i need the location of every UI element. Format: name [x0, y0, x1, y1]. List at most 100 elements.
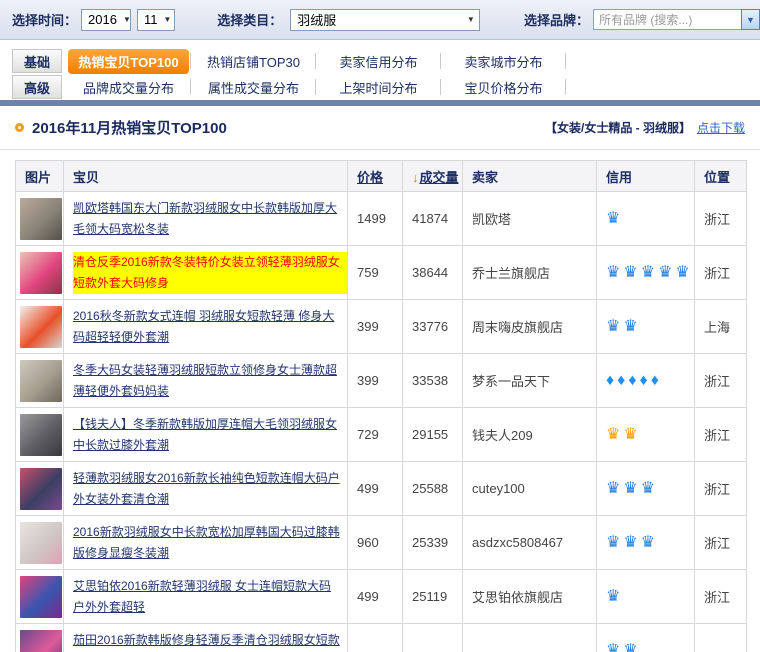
- item-thumbnail[interactable]: [20, 522, 62, 564]
- item-link[interactable]: 2016新款羽绒服女中长款宽松加厚韩国大码过膝韩版修身显瘦冬装潮: [73, 522, 347, 564]
- item-price: 1499: [348, 192, 403, 246]
- crown-blue-icon: ♛: [641, 534, 656, 551]
- crown-gold-icon: ♛: [606, 426, 621, 443]
- diamond-blue-icon: ♦: [617, 372, 626, 389]
- brand-dropdown-button[interactable]: ▼: [741, 9, 760, 30]
- seller-credit: ♛♛: [597, 300, 695, 354]
- item-price: [348, 624, 403, 652]
- item-price: 399: [348, 354, 403, 408]
- bullet-icon: [15, 123, 24, 132]
- header-volume-sort[interactable]: ↓成交量: [403, 161, 463, 192]
- tab-seller-city-distribution[interactable]: 卖家城市分布: [441, 48, 566, 74]
- tab-strip: 基础 热销宝贝TOP100 热销店铺TOP30 卖家信用分布 卖家城市分布 高级…: [0, 48, 760, 100]
- item-link[interactable]: 【钱夫人】冬季新款韩版加厚连帽大毛领羽绒服女中长款过膝外套潮: [73, 414, 347, 456]
- item-thumbnail[interactable]: [20, 576, 62, 618]
- category-select[interactable]: 羽绒服 ▼: [290, 9, 480, 31]
- item-thumbnail[interactable]: [20, 414, 62, 456]
- tab-item-price-distribution[interactable]: 宝贝价格分布: [441, 74, 566, 100]
- tab-hot-shops-top30[interactable]: 热销店铺TOP30: [191, 48, 316, 74]
- crown-blue-icon: ♛: [658, 264, 673, 281]
- section-header: 2016年11月热销宝贝TOP100 【女装/女士精品 - 羽绒服】 点击下载: [0, 106, 760, 150]
- item-thumbnail[interactable]: [20, 360, 62, 402]
- app-window: 选择时间： 2016 ▼ 11 ▼ 选择类目： 羽绒服 ▼ 选择品牌： ▼ 基础: [0, 0, 760, 652]
- tab-group-advanced: 高级: [12, 75, 62, 99]
- seller-credit: ♛♛♛: [597, 462, 695, 516]
- tab-row-advanced: 高级 品牌成交量分布 属性成交量分布 上架时间分布 宝贝价格分布: [0, 74, 760, 100]
- item-link[interactable]: 凯欧塔韩国东大门新款羽绒服女中长款韩版加厚大毛领大码宽松冬装: [73, 198, 347, 240]
- crown-blue-icon: ♛: [641, 264, 656, 281]
- seller-credit: ♛♛♛: [597, 516, 695, 570]
- month-select-value: 11: [144, 12, 158, 27]
- item-location: 浙江: [695, 516, 747, 570]
- table-row: 冬季大码女装轻薄羽绒服短款立领修身女士薄款超薄轻便外套妈妈装 399 33538…: [16, 354, 747, 408]
- crown-blue-icon: ♛: [623, 318, 638, 335]
- dropdown-arrow-icon: ▼: [164, 15, 172, 24]
- page-title: 2016年11月热销宝贝TOP100: [32, 117, 545, 138]
- table-row: 2016秋冬新款女式连帽 羽绒服女短款轻薄 修身大码超轻轻便外套潮 399 33…: [16, 300, 747, 354]
- item-link[interactable]: 茄田2016新款韩版修身轻薄反季清仓羽绒服女短款连: [73, 630, 347, 652]
- header-price-label: 价格: [357, 170, 383, 185]
- seller-credit: ♛: [597, 192, 695, 246]
- sort-desc-icon: ↓: [412, 170, 419, 185]
- item-location: 上海: [695, 300, 747, 354]
- item-thumbnail[interactable]: [20, 306, 62, 348]
- tab-listing-time-distribution[interactable]: 上架时间分布: [316, 74, 441, 100]
- item-seller: 周末嗨皮旗舰店: [463, 300, 597, 354]
- table-row: 轻薄款羽绒服女2016新款长袖纯色短款连帽大码户外女装外套清仓潮 499 255…: [16, 462, 747, 516]
- tab-brand-volume-distribution[interactable]: 品牌成交量分布: [66, 74, 191, 100]
- tab-seller-credit-label: 卖家信用分布: [339, 52, 417, 71]
- item-link[interactable]: 轻薄款羽绒服女2016新款长袖纯色短款连帽大码户外女装外套清仓潮: [73, 468, 347, 510]
- month-select[interactable]: 11 ▼: [137, 9, 175, 31]
- brand-filter-label: 选择品牌：: [524, 10, 589, 29]
- crown-blue-icon: ♛: [606, 210, 621, 227]
- header-credit: 信用: [597, 161, 695, 192]
- item-seller: 凯欧塔: [463, 192, 597, 246]
- item-volume: 38644: [403, 246, 463, 300]
- tab-hot-items-top100[interactable]: 热销宝贝TOP100: [66, 48, 191, 74]
- crown-blue-icon: ♛: [623, 480, 638, 497]
- header-image: 图片: [16, 161, 64, 192]
- item-location: [695, 624, 747, 652]
- tab-hot-items-top100-label: 热销宝贝TOP100: [68, 49, 188, 74]
- tab-listing-time-label: 上架时间分布: [339, 78, 417, 97]
- item-thumbnail[interactable]: [20, 468, 62, 510]
- item-volume: 33538: [403, 354, 463, 408]
- item-link[interactable]: 艾思铂依2016新款轻薄羽绒服 女士连帽短款大码户外外套超轻: [73, 576, 347, 618]
- crown-blue-icon: ♛: [641, 480, 656, 497]
- category-path: 【女装/女士精品 - 羽绒服】: [545, 119, 691, 136]
- table-row: 茄田2016新款韩版修身轻薄反季清仓羽绒服女短款连 ♛♛: [16, 624, 747, 652]
- tab-row-basic: 基础 热销宝贝TOP100 热销店铺TOP30 卖家信用分布 卖家城市分布: [0, 48, 760, 74]
- download-link[interactable]: 点击下载: [697, 119, 745, 136]
- crown-blue-icon: ♛: [675, 264, 690, 281]
- item-volume: [403, 624, 463, 652]
- item-thumbnail[interactable]: [20, 630, 62, 652]
- header-price-sort[interactable]: 价格: [348, 161, 403, 192]
- header-volume-label: 成交量: [420, 170, 459, 185]
- category-filter-label: 选择类目：: [217, 10, 282, 29]
- item-location: 浙江: [695, 246, 747, 300]
- tab-attribute-volume-distribution[interactable]: 属性成交量分布: [191, 74, 316, 100]
- crown-blue-icon: ♛: [606, 588, 621, 605]
- seller-credit: ♛: [597, 570, 695, 624]
- item-link[interactable]: 2016秋冬新款女式连帽 羽绒服女短款轻薄 修身大码超轻轻便外套潮: [73, 306, 347, 348]
- crown-blue-icon: ♛: [606, 264, 621, 281]
- table-row: 凯欧塔韩国东大门新款羽绒服女中长款韩版加厚大毛领大码宽松冬装 1499 4187…: [16, 192, 747, 246]
- dropdown-arrow-icon: ▼: [123, 15, 131, 24]
- tab-seller-credit-distribution[interactable]: 卖家信用分布: [316, 48, 441, 74]
- item-seller: 乔士兰旗舰店: [463, 246, 597, 300]
- brand-search-input[interactable]: [593, 9, 741, 30]
- diamond-blue-icon: ♦: [606, 372, 615, 389]
- year-select[interactable]: 2016 ▼: [81, 9, 131, 31]
- item-thumbnail[interactable]: [20, 198, 62, 240]
- item-link[interactable]: 清仓反季2016新款冬装特价女装立领轻薄羽绒服女短款外套大码修身: [73, 252, 347, 294]
- time-filter-label: 选择时间：: [12, 10, 77, 29]
- item-thumbnail[interactable]: [20, 252, 62, 294]
- seller-credit: ♦♦♦♦♦: [597, 354, 695, 408]
- item-location: 浙江: [695, 354, 747, 408]
- hot-items-table: 图片 宝贝 价格 ↓成交量 卖家 信用 位置 凯欧塔韩国东大门新款羽绒服女中长款…: [15, 160, 747, 652]
- crown-blue-icon: ♛: [623, 534, 638, 551]
- dropdown-arrow-icon: ▼: [467, 15, 475, 24]
- diamond-blue-icon: ♦: [640, 372, 649, 389]
- item-link[interactable]: 冬季大码女装轻薄羽绒服短款立领修身女士薄款超薄轻便外套妈妈装: [73, 360, 347, 402]
- item-price: 960: [348, 516, 403, 570]
